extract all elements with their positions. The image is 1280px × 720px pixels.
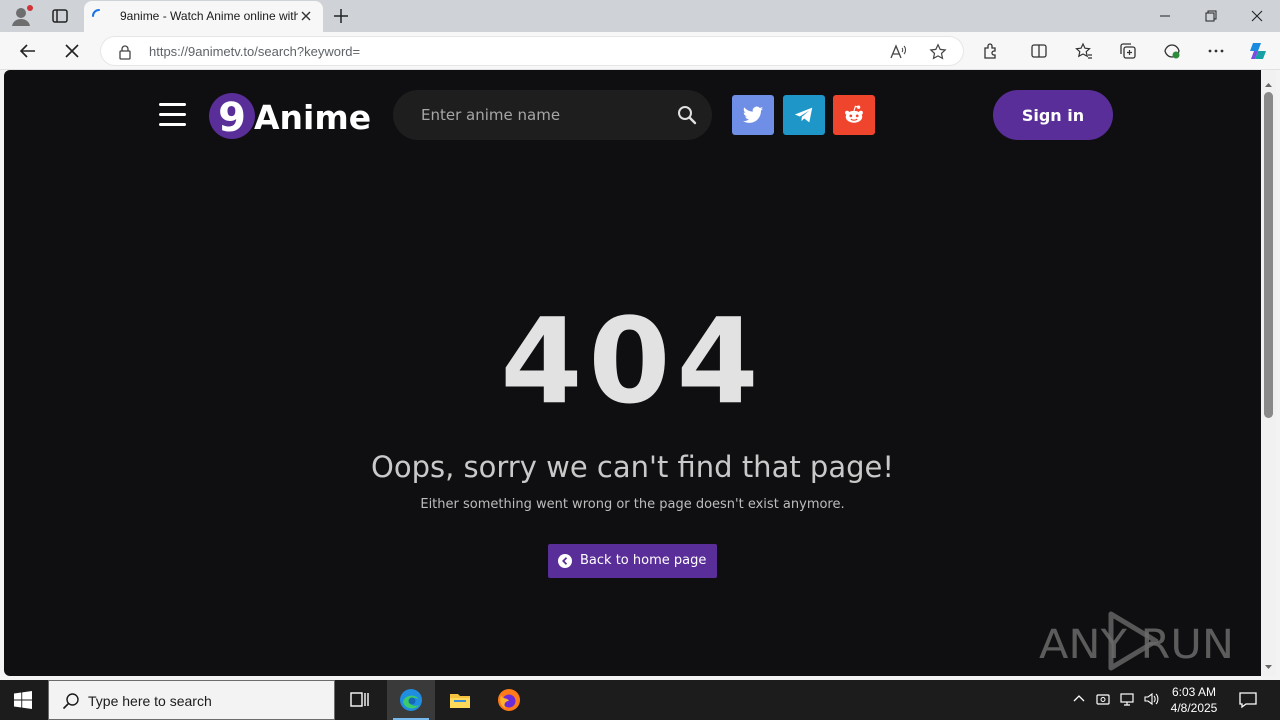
- taskbar-search-icon: [62, 692, 80, 710]
- back-circle-icon: [558, 554, 572, 568]
- volume-icon[interactable]: [1143, 691, 1159, 707]
- firefox-button[interactable]: [485, 680, 533, 720]
- edge-taskbar-button[interactable]: [387, 680, 435, 720]
- show-hidden-icons-chevron-icon[interactable]: [1071, 691, 1087, 707]
- scroll-up-icon[interactable]: [1264, 76, 1273, 87]
- address-bar[interactable]: https://9animetv.to/search?keyword=: [100, 36, 964, 66]
- restore-icon[interactable]: [1201, 6, 1221, 26]
- tab-actions-icon[interactable]: [50, 6, 70, 26]
- browser-toolbar: https://9animetv.to/search?keyword=: [0, 32, 1280, 70]
- collections-icon[interactable]: [1119, 42, 1137, 60]
- anime-search-box: [393, 90, 712, 140]
- lock-icon[interactable]: [118, 44, 132, 60]
- page-scrollbar[interactable]: [1261, 70, 1276, 676]
- profile-icon[interactable]: [10, 5, 33, 27]
- reddit-icon: [845, 105, 863, 123]
- search-icon[interactable]: [677, 105, 697, 125]
- task-view-button[interactable]: [336, 680, 384, 720]
- error-title: Oops, sorry we can't find that page!: [371, 450, 894, 484]
- anyrun-watermark: ANY RUN: [1039, 610, 1234, 672]
- copilot-icon[interactable]: [1247, 40, 1269, 62]
- taskbar-search-placeholder: Type here to search: [88, 693, 212, 709]
- file-explorer-button[interactable]: [436, 680, 484, 720]
- read-aloud-icon[interactable]: [889, 43, 907, 61]
- back-to-home-button[interactable]: Back to home page: [548, 544, 717, 578]
- notifications-icon[interactable]: [1238, 690, 1258, 710]
- favorite-star-icon[interactable]: [929, 43, 947, 61]
- url-path: /search?keyword=: [254, 44, 361, 59]
- folder-icon: [450, 694, 470, 708]
- tab-title: 9anime - Watch Anime online with: [120, 9, 298, 23]
- windows-taskbar: Type here to search 6:03 AM 4/8/2025: [0, 680, 1280, 720]
- error-subtitle: Either something went wrong or the page …: [420, 497, 845, 512]
- url-host: https://9animetv.to: [149, 44, 255, 59]
- watermark-text: ANY RUN: [1039, 622, 1234, 668]
- notification-dot: [27, 5, 33, 11]
- windows-start-icon[interactable]: [14, 691, 32, 709]
- close-window-icon[interactable]: [1247, 6, 1267, 26]
- back-arrow-icon[interactable]: [18, 41, 38, 61]
- logo-text: Anime: [254, 98, 371, 137]
- edge-icon: [400, 689, 422, 711]
- favorites-icon[interactable]: [1075, 42, 1093, 60]
- close-tab-icon[interactable]: [299, 9, 313, 23]
- task-view-icon: [350, 692, 369, 707]
- split-screen-icon[interactable]: [1030, 42, 1048, 60]
- active-tab[interactable]: 9anime - Watch Anime online with: [84, 1, 323, 32]
- back-to-home-label: Back to home page: [580, 553, 707, 568]
- stop-loading-icon[interactable]: [62, 41, 82, 61]
- twitter-icon: [742, 106, 764, 123]
- clock-time: 6:03 AM: [1171, 685, 1217, 699]
- more-options-icon[interactable]: [1207, 42, 1225, 60]
- page-viewport: 9 Anime Sign in 404 Oops, sorry we can't…: [4, 70, 1261, 676]
- taskbar-clock[interactable]: 6:03 AM 4/8/2025: [1160, 684, 1228, 716]
- minimize-icon[interactable]: [1155, 6, 1175, 26]
- menu-hamburger-icon[interactable]: [159, 103, 187, 127]
- clock-date: 4/8/2025: [1170, 701, 1218, 715]
- reddit-share-button[interactable]: [833, 95, 875, 135]
- loading-favicon-icon: [92, 9, 106, 23]
- logo-number: 9: [218, 95, 246, 141]
- url-text[interactable]: https://9animetv.to/search?keyword=: [149, 44, 360, 59]
- sign-in-button[interactable]: Sign in: [993, 90, 1113, 140]
- browser-essentials-icon[interactable]: [1163, 42, 1181, 60]
- firefox-icon: [498, 689, 520, 711]
- site-logo[interactable]: 9 Anime: [209, 91, 384, 141]
- browser-tab-bar: 9anime - Watch Anime online with: [0, 0, 1280, 32]
- meet-now-icon[interactable]: [1095, 691, 1111, 707]
- new-tab-icon[interactable]: [332, 7, 350, 25]
- scroll-down-icon[interactable]: [1264, 659, 1273, 669]
- anime-search-input[interactable]: [421, 104, 671, 126]
- extensions-icon[interactable]: [982, 42, 1000, 60]
- telegram-icon: [794, 107, 813, 123]
- error-code: 404: [500, 292, 765, 430]
- network-icon[interactable]: [1119, 691, 1135, 707]
- telegram-share-button[interactable]: [783, 95, 825, 135]
- taskbar-search-box[interactable]: Type here to search: [48, 680, 335, 720]
- twitter-share-button[interactable]: [732, 95, 774, 135]
- scrollbar-thumb[interactable]: [1264, 92, 1273, 418]
